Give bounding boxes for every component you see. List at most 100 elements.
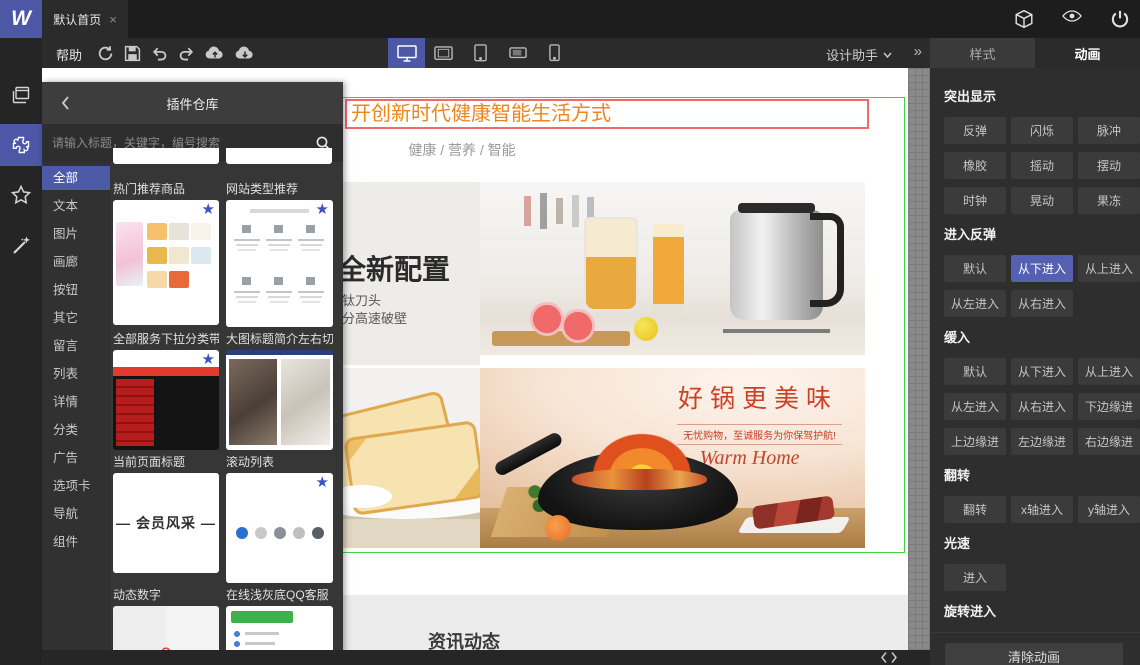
canvas-scrollbar[interactable] [908,68,930,650]
plugin-card[interactable]: ★ [226,473,333,583]
animation-option-button[interactable]: 果冻 [1078,187,1140,214]
plugin-category-list: 全部文本图片画廊按钮其它留言列表详情分类广告选项卡导航组件 [42,162,110,665]
plugin-category[interactable]: 文本 [42,194,110,218]
news-section-title[interactable]: 资讯动态 [428,628,500,650]
animation-option-button[interactable]: 闪烁 [1011,117,1073,144]
plugin-category[interactable]: 画廊 [42,250,110,274]
plugin-category[interactable]: 按钮 [42,278,110,302]
kettle-product-image[interactable] [480,182,865,355]
animation-option-button[interactable]: 反弹 [944,117,1006,144]
plugin-category[interactable]: 组件 [42,530,110,554]
animation-option-button[interactable]: 默认 [944,358,1006,385]
plugin-card[interactable]: ★ [226,200,333,327]
headline-subtitle[interactable]: 健康 / 营养 / 智能 [372,140,552,160]
refresh-icon[interactable] [97,45,114,62]
plugin-library-panel: 插件仓库 全部文本图片画廊按钮其它留言列表详情分类广告选项卡导航组件 热门推荐商… [42,82,343,665]
plugin-card[interactable] [226,350,333,450]
right-panel-tabs: 样式 动画 [930,38,1140,68]
tab-animation[interactable]: 动画 [1035,38,1140,68]
page-tab[interactable]: 默认首页 × [42,0,128,38]
animation-option-button[interactable]: 从上进入 [1078,358,1140,385]
plugin-category[interactable]: 列表 [42,362,110,386]
close-icon[interactable]: × [109,12,117,27]
chevron-left-icon[interactable] [60,95,70,111]
phone-landscape-icon[interactable] [499,38,536,68]
code-view-icon[interactable] [880,651,898,664]
sidebar-item-tools[interactable] [0,224,42,266]
animation-option-button[interactable]: 晃动 [1011,187,1073,214]
design-assistant-menu[interactable]: 设计助手 [826,45,892,64]
cutting-board-decor [491,330,631,347]
bottom-bar [42,650,930,665]
app-logo[interactable]: W [0,0,42,38]
cube-icon[interactable] [1014,9,1034,29]
plugin-category[interactable]: 全部 [42,166,110,190]
redo-icon[interactable] [178,45,195,62]
animation-option-button[interactable]: x轴进入 [1011,496,1073,523]
toolbar: 帮助 设计助手 » [42,38,930,68]
animation-option-button[interactable]: 橡胶 [944,152,1006,179]
stirfry-food-decor [572,468,708,491]
tablet-landscape-icon[interactable] [425,38,462,68]
cloud-download-icon[interactable] [235,45,255,62]
plugin-category[interactable]: 选项卡 [42,474,110,498]
electric-kettle-decor [730,202,823,321]
phone-portrait-icon[interactable] [536,38,573,68]
clear-animation-button[interactable]: 清除动画 [945,643,1123,665]
undo-icon[interactable] [151,45,168,62]
plugin-card[interactable]: ★ [113,200,219,325]
animation-option-button[interactable]: 从下进入 [1011,255,1073,282]
plugin-card[interactable]: — 会员风采 — [113,473,219,573]
feature-text-block[interactable]: 全新配置 钛刀头 分高速破壁 热破壁料理机 [342,182,480,365]
star-badge-icon: ★ [201,201,215,218]
animation-option-button[interactable]: 上边缘进 [944,428,1006,455]
design-assistant-label: 设计助手 [825,48,878,63]
tab-style[interactable]: 样式 [930,38,1035,68]
animation-option-button[interactable]: 从左进入 [944,393,1006,420]
animation-option-button[interactable]: 脉冲 [1078,117,1140,144]
animation-option-button[interactable]: 摇动 [1011,152,1073,179]
animation-option-button[interactable]: 从右进入 [1011,290,1073,317]
animation-option-button[interactable]: 时钟 [944,187,1006,214]
plugin-category[interactable]: 广告 [42,446,110,470]
animation-option-button[interactable]: 从左进入 [944,290,1006,317]
collapse-panel-button[interactable]: » [914,43,922,60]
animation-option-button[interactable]: 下边缘进 [1078,393,1140,420]
sidebar-item-pages[interactable] [0,74,42,116]
animation-option-button[interactable]: 进入 [944,564,1006,591]
eye-icon[interactable] [1062,9,1082,29]
plugin-card-label: 在线浅灰底QQ客服 [226,588,329,602]
plugin-category[interactable]: 其它 [42,306,110,330]
save-icon[interactable] [124,45,141,62]
plugin-card-partial[interactable] [226,148,332,164]
tablet-portrait-icon[interactable] [462,38,499,68]
cloud-upload-icon[interactable] [205,45,225,62]
sidebar-item-favorites[interactable] [0,174,42,216]
plugin-category[interactable]: 图片 [42,222,110,246]
plugin-category[interactable]: 导航 [42,502,110,526]
plugin-card[interactable]: ★ [113,350,219,450]
plugin-category[interactable]: 详情 [42,390,110,414]
animation-option-button[interactable]: 左边缘进 [1011,428,1073,455]
animation-section-title: 进入反弹 [944,227,997,242]
animation-option-button[interactable]: 从下进入 [1011,358,1073,385]
selected-headline-element[interactable]: 开创新时代健康智能生活方式 [345,99,869,129]
feature-line-1: 钛刀头 [342,293,382,308]
animation-option-button[interactable]: 默认 [944,255,1006,282]
animation-option-button[interactable]: 从右进入 [1011,393,1073,420]
wok-banner-image[interactable]: 好锅更美味 无忧购物，至诚服务为你保驾护航! Warm Home [480,368,865,548]
plugin-card-partial[interactable] [113,148,219,164]
desktop-icon[interactable] [388,38,425,68]
help-menu[interactable]: 帮助 [56,45,82,64]
left-sidebar [0,38,42,665]
power-icon[interactable] [1110,9,1130,29]
plugin-category[interactable]: 留言 [42,334,110,358]
animation-option-button[interactable]: 摆动 [1078,152,1140,179]
animation-option-button[interactable]: 翻转 [944,496,1006,523]
toast-image[interactable] [342,368,480,548]
plugin-category[interactable]: 分类 [42,418,110,442]
animation-option-button[interactable]: 从上进入 [1078,255,1140,282]
sidebar-item-plugins[interactable] [0,124,42,166]
animation-option-button[interactable]: y轴进入 [1078,496,1140,523]
animation-option-button[interactable]: 右边缘进 [1078,428,1140,455]
